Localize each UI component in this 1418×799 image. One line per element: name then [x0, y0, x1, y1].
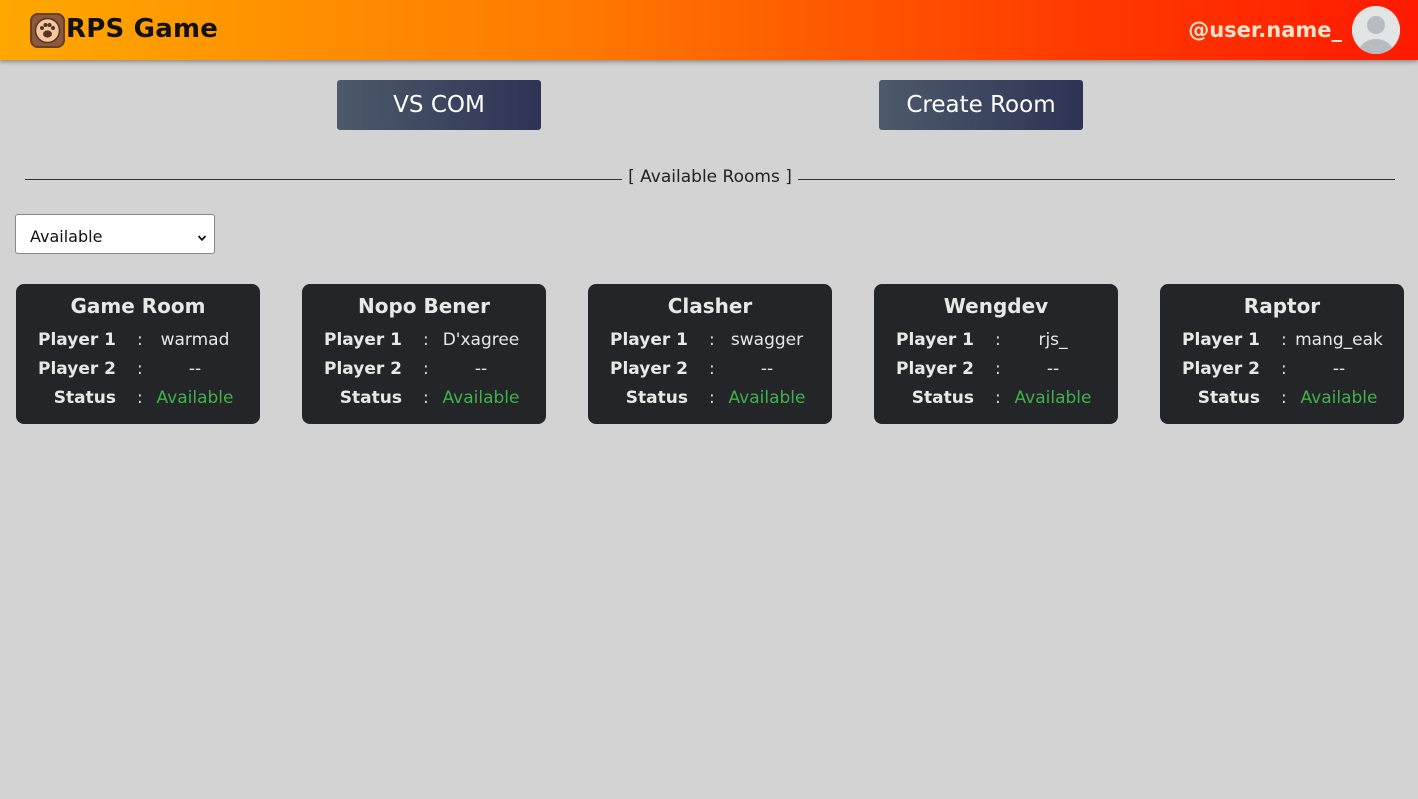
room-detail-separator: : [1281, 359, 1287, 379]
room-detail-label: Player 2 [38, 359, 116, 379]
room-detail-row: Status: Available [16, 388, 260, 410]
room-detail-row: Player 2: -- [16, 359, 260, 381]
room-detail-label: Player 1 [610, 330, 688, 350]
room-detail-label: Player 1 [324, 330, 402, 350]
room-detail-label: Player 1 [896, 330, 974, 350]
room-player-value: -- [188, 359, 202, 379]
room-detail-row: Player 1: swagger [588, 330, 832, 352]
room-detail-separator: : [137, 359, 143, 379]
room-name: Wengdev [943, 294, 1049, 318]
room-detail-separator: : [1281, 330, 1287, 350]
room-detail-separator: : [995, 330, 1001, 350]
room-status-value: Available [442, 388, 520, 408]
room-detail-row: Status: Available [874, 388, 1118, 410]
create-room-button[interactable]: Create Room [879, 80, 1083, 130]
filter-selected-value: Available [30, 227, 103, 246]
room-detail-separator: : [423, 388, 429, 408]
paw-logo-icon[interactable] [30, 13, 65, 48]
room-status-value: Available [156, 388, 234, 408]
room-detail-row: Player 2: -- [1160, 359, 1404, 381]
room-detail-row: Player 2: -- [302, 359, 546, 381]
room-card[interactable]: Nopo Bener Player 1: D'xagree Player 2: -- St… [302, 284, 546, 424]
room-player-value: warmad [160, 330, 230, 350]
room-status-value: Available [728, 388, 806, 408]
brand-title[interactable]: RPS Game [66, 14, 218, 44]
room-player-value: mang_eak [1295, 330, 1383, 350]
room-detail-label: Player 1 [1182, 330, 1260, 350]
room-detail-separator: : [137, 330, 143, 350]
room-detail-label: Status [1197, 388, 1260, 408]
username-label[interactable]: @user.name_ [1188, 18, 1342, 42]
room-detail-separator: : [995, 388, 1001, 408]
room-detail-label: Player 2 [610, 359, 688, 379]
room-player-value: D'xagree [442, 330, 520, 350]
room-player-value: -- [474, 359, 488, 379]
room-status-value: Available [1014, 388, 1092, 408]
room-player-value: -- [1332, 359, 1346, 379]
room-player-value: rjs_ [1038, 330, 1068, 350]
room-detail-label: Player 2 [324, 359, 402, 379]
room-card[interactable]: Clasher Player 1: swagger Player 2: -- Status… [588, 284, 832, 424]
room-detail-separator: : [423, 359, 429, 379]
room-detail-separator: : [709, 330, 715, 350]
room-detail-row: Player 1: mang_eak [1160, 330, 1404, 352]
room-name: Nopo Bener [358, 294, 490, 318]
room-detail-row: Status: Available [588, 388, 832, 410]
room-name: Clasher [667, 294, 753, 318]
room-detail-separator: : [995, 359, 1001, 379]
room-detail-row: Player 1: D'xagree [302, 330, 546, 352]
room-detail-separator: : [709, 388, 715, 408]
room-name: Raptor [1243, 294, 1321, 318]
room-player-value: -- [760, 359, 774, 379]
room-detail-row: Status: Available [1160, 388, 1404, 410]
chevron-down-icon [197, 228, 207, 242]
room-detail-row: Player 1: rjs_ [874, 330, 1118, 352]
room-detail-label: Player 2 [1182, 359, 1260, 379]
vs-com-button[interactable]: VS COM [337, 80, 541, 130]
room-detail-label: Status [339, 388, 402, 408]
room-detail-separator: : [423, 330, 429, 350]
room-detail-separator: : [709, 359, 715, 379]
room-detail-label: Player 2 [896, 359, 974, 379]
room-detail-separator: : [137, 388, 143, 408]
room-detail-row: Player 1: warmad [16, 330, 260, 352]
room-detail-label: Player 1 [38, 330, 116, 350]
room-status-value: Available [1300, 388, 1378, 408]
divider-right [798, 179, 1395, 180]
user-avatar-icon[interactable] [1352, 6, 1400, 54]
room-detail-separator: : [1281, 388, 1287, 408]
room-name: Game Room [70, 294, 206, 318]
room-detail-label: Status [625, 388, 688, 408]
room-card[interactable]: Game Room Player 1: warmad Player 2: -- Statu… [16, 284, 260, 424]
divider-left [25, 179, 622, 180]
room-detail-row: Player 2: -- [588, 359, 832, 381]
room-player-value: -- [1046, 359, 1060, 379]
room-detail-row: Player 2: -- [874, 359, 1118, 381]
room-status-filter-select[interactable]: Available [15, 214, 215, 254]
room-card[interactable]: Raptor Player 1: mang_eak Player 2: -- Status… [1160, 284, 1404, 424]
top-navbar: RPS Game @user.name_ [0, 0, 1418, 60]
room-card[interactable]: Wengdev Player 1: rjs_ Player 2: -- Status: Av… [874, 284, 1118, 424]
room-detail-label: Status [53, 388, 116, 408]
available-rooms-heading: [ Available Rooms ] [628, 167, 792, 187]
room-detail-row: Status: Available [302, 388, 546, 410]
room-detail-label: Status [911, 388, 974, 408]
room-player-value: swagger [730, 330, 804, 350]
